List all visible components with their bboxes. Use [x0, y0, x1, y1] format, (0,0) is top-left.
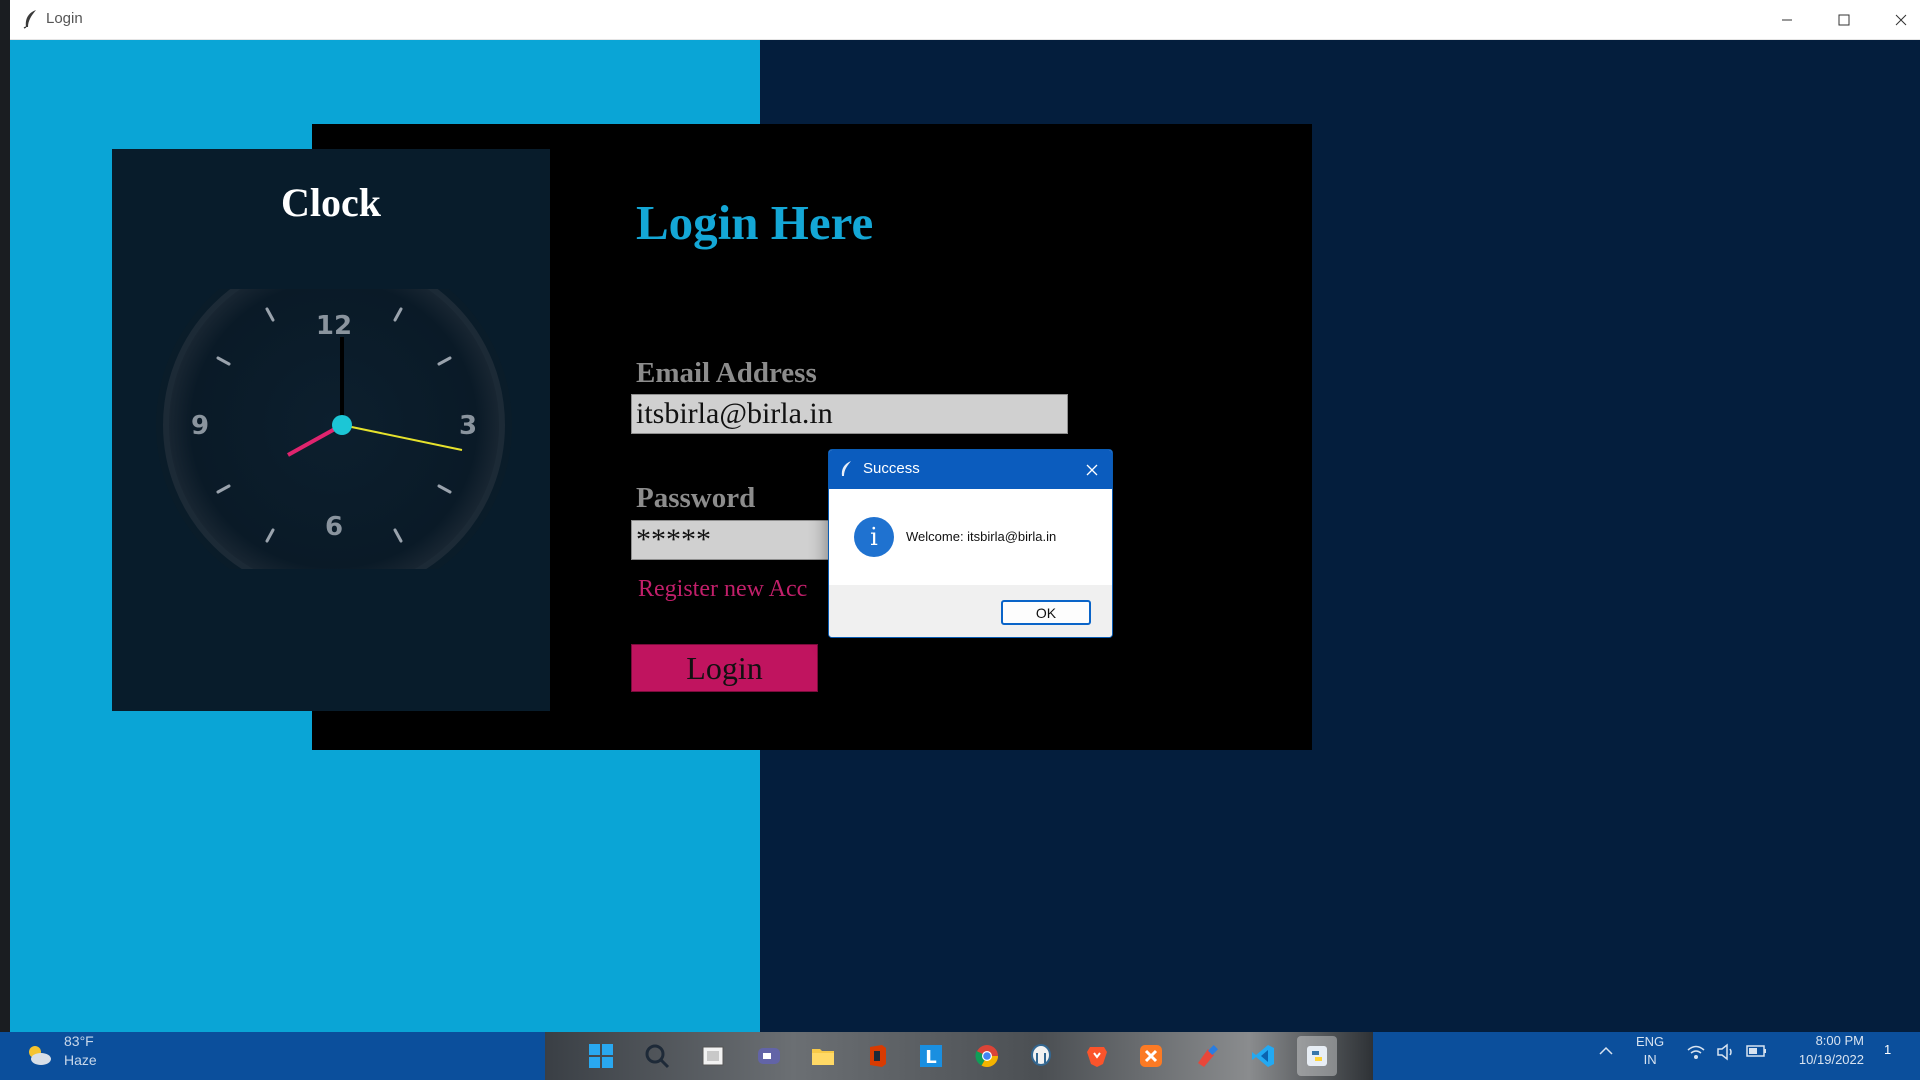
password-field[interactable]: *****	[631, 520, 831, 560]
battery-icon[interactable]	[1746, 1043, 1768, 1064]
close-icon	[1895, 14, 1906, 25]
xampp-icon[interactable]	[1131, 1036, 1171, 1076]
date-text: 10/19/2022	[1798, 1052, 1864, 1067]
notification-count[interactable]: 1	[1884, 1042, 1891, 1057]
close-button[interactable]	[1872, 0, 1920, 39]
brave-icon[interactable]	[1077, 1036, 1117, 1076]
password-label: Password	[636, 482, 756, 514]
language-indicator[interactable]: ENG IN	[1636, 1033, 1664, 1069]
clock-center	[332, 415, 352, 435]
office-icon[interactable]	[857, 1036, 897, 1076]
numeral-3: 3	[459, 411, 477, 441]
teams-chat-icon[interactable]	[749, 1036, 789, 1076]
email-field[interactable]: itsbirla@birla.in	[631, 394, 1068, 434]
analog-clock: 12 3 6 9	[156, 289, 512, 569]
maximize-icon	[1838, 14, 1849, 25]
l-app-icon[interactable]: L	[911, 1036, 951, 1076]
success-dialog: Success i Welcome: itsbirla@birla.in OK	[828, 449, 1113, 638]
numeral-9: 9	[191, 411, 209, 441]
dialog-footer: OK	[829, 585, 1112, 637]
info-icon: i	[854, 517, 894, 557]
vscode-icon[interactable]	[1243, 1036, 1283, 1076]
close-icon	[1086, 464, 1098, 476]
file-explorer-icon[interactable]	[803, 1036, 843, 1076]
chrome-icon[interactable]	[967, 1036, 1007, 1076]
numeral-12: 12	[316, 311, 352, 341]
maximize-button[interactable]	[1815, 0, 1872, 39]
dialog-title: Success	[863, 460, 920, 477]
python-icon[interactable]	[1297, 1036, 1337, 1076]
task-view-icon[interactable]	[693, 1036, 733, 1076]
dialog-body: i Welcome: itsbirla@birla.in	[829, 489, 1112, 585]
feather-icon	[22, 9, 40, 29]
wifi-icon[interactable]	[1686, 1043, 1706, 1066]
system-clock[interactable]: 8:00 PM 10/19/2022	[1788, 1031, 1864, 1069]
title-bar: Login	[10, 0, 1920, 40]
search-icon[interactable]	[637, 1036, 677, 1076]
postgresql-icon[interactable]	[1021, 1036, 1061, 1076]
weather-temperature[interactable]: 83°F	[64, 1033, 94, 1049]
language-code: ENG	[1636, 1034, 1665, 1049]
login-heading: Login Here	[636, 195, 874, 250]
dialog-message: Welcome: itsbirla@birla.in	[906, 529, 1057, 544]
clock-panel: Clock 12 3 6 9	[112, 149, 550, 711]
email-label: Email Address	[636, 357, 817, 389]
dialog-close-button[interactable]	[1078, 456, 1106, 484]
numeral-6: 6	[325, 512, 343, 542]
volume-icon[interactable]	[1716, 1043, 1736, 1066]
minimize-button[interactable]	[1758, 0, 1815, 39]
window-title: Login	[46, 10, 83, 27]
paint-icon[interactable]	[1187, 1036, 1227, 1076]
weather-description[interactable]: Haze	[64, 1052, 97, 1068]
ok-button[interactable]: OK	[1001, 600, 1091, 625]
time-text: 8:00 PM	[1815, 1033, 1864, 1048]
clock-title: Clock	[281, 180, 381, 225]
svg-text:L: L	[925, 1047, 936, 1068]
register-link[interactable]: Register new Acc	[638, 576, 828, 603]
feather-icon	[839, 460, 853, 478]
start-icon[interactable]	[581, 1036, 621, 1076]
show-hidden-icons-icon[interactable]	[1598, 1044, 1614, 1062]
login-button[interactable]: Login	[631, 644, 818, 692]
weather-icon[interactable]	[24, 1040, 54, 1070]
dialog-title-bar: Success	[829, 450, 1112, 489]
minimize-icon	[1781, 19, 1792, 20]
language-region: IN	[1643, 1052, 1657, 1067]
